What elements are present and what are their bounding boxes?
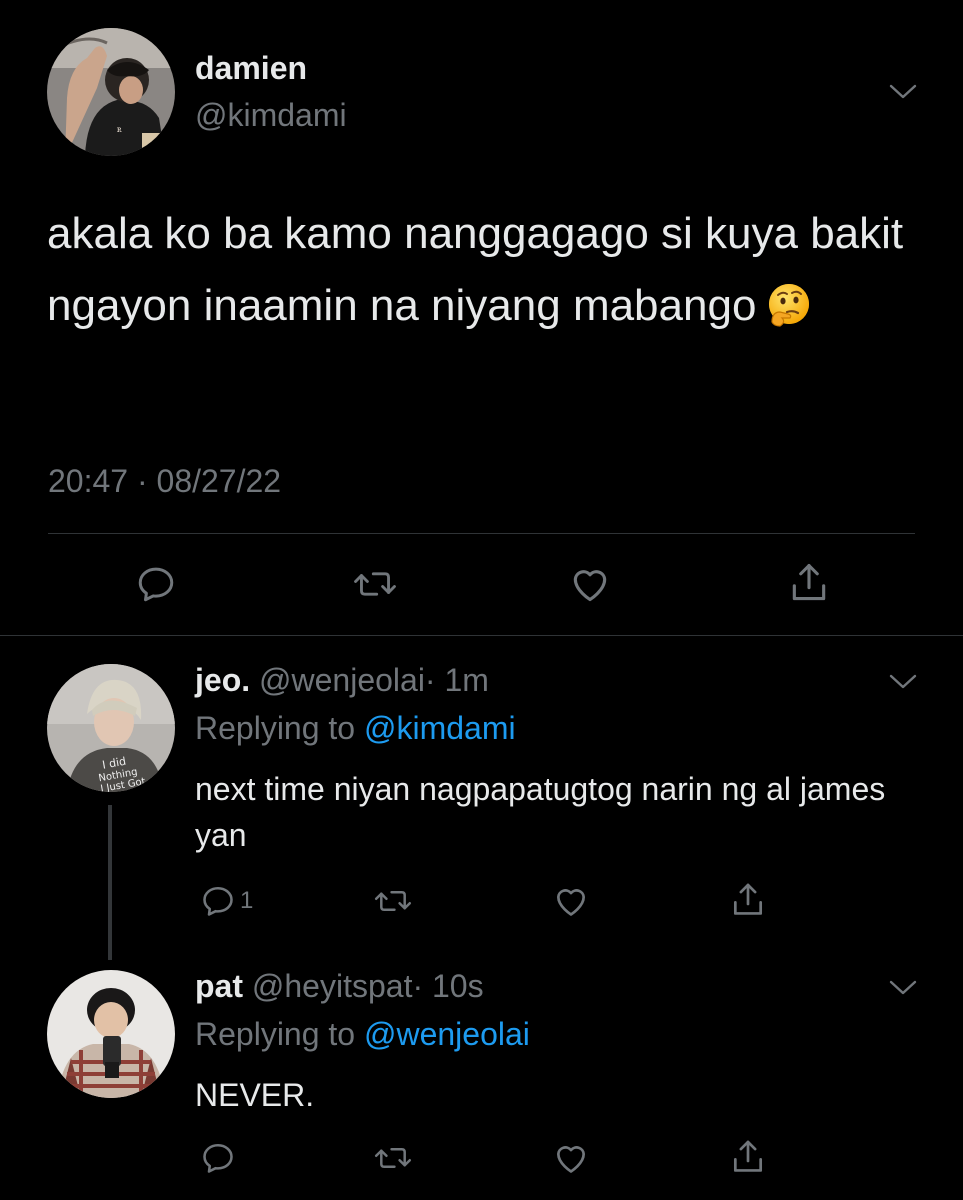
retweet-button[interactable]	[353, 563, 397, 605]
like-button[interactable]	[552, 1139, 590, 1177]
divider	[48, 533, 915, 534]
reply-header: jeo. @wenjeolai· 1m	[195, 662, 489, 699]
reply-text: next time niyan nagpapatugtog narin ng a…	[195, 771, 886, 853]
reply-author-name[interactable]: pat	[195, 968, 243, 1004]
share-icon	[787, 560, 831, 606]
reply-button[interactable]: 1	[200, 883, 253, 919]
reply-count: 1	[240, 887, 254, 914]
replying-to-mention[interactable]: @wenjeolai	[364, 1016, 530, 1052]
chevron-down-icon[interactable]	[888, 82, 918, 102]
thinking-face-icon	[766, 278, 812, 327]
reply-time[interactable]: · 1m	[425, 662, 489, 698]
svg-text:ꭱ: ꭱ	[117, 124, 122, 135]
reply-icon	[200, 1140, 236, 1176]
replying-to: Replying to @wenjeolai	[195, 1016, 530, 1053]
replying-to: Replying to @kimdami	[195, 710, 516, 747]
thread-connector	[108, 805, 112, 960]
reply-text: NEVER.	[195, 1077, 315, 1113]
retweet-icon	[374, 883, 412, 919]
chevron-down-icon[interactable]	[888, 978, 918, 998]
reply-author-handle[interactable]: @wenjeolai	[259, 662, 425, 698]
replying-to-label: Replying to	[195, 1016, 356, 1052]
main-author-name[interactable]: damien	[195, 50, 307, 87]
reply-author-handle[interactable]: @heyitspat	[252, 968, 413, 1004]
retweet-icon	[353, 563, 397, 605]
retweet-icon	[374, 1140, 412, 1176]
divider	[0, 635, 963, 636]
replying-to-label: Replying to	[195, 710, 356, 746]
reply-author-name[interactable]: jeo.	[195, 662, 250, 698]
share-icon	[729, 1137, 767, 1177]
heart-icon	[552, 882, 590, 920]
reply-author-avatar[interactable]	[47, 970, 175, 1098]
reply-author-avatar[interactable]: I did Nothing I Just Got	[47, 664, 175, 792]
reply-icon	[200, 883, 236, 919]
tweet-timestamp[interactable]: 20:47 · 08/27/22	[48, 463, 281, 500]
share-button[interactable]	[787, 560, 831, 606]
retweet-button[interactable]	[374, 1140, 412, 1176]
retweet-button[interactable]	[374, 883, 412, 919]
reply-time[interactable]: · 10s	[412, 968, 483, 1004]
reply-button[interactable]	[135, 563, 177, 605]
heart-icon	[568, 562, 612, 606]
replying-to-mention[interactable]: @kimdami	[364, 710, 516, 746]
like-button[interactable]	[552, 882, 590, 920]
like-button[interactable]	[568, 562, 612, 606]
main-author-avatar[interactable]: ꭱ	[47, 28, 175, 156]
heart-icon	[552, 1139, 590, 1177]
share-button[interactable]	[729, 880, 767, 920]
reply-header: pat @heyitspat· 10s	[195, 968, 484, 1005]
chevron-down-icon[interactable]	[888, 672, 918, 692]
main-author-handle[interactable]: @kimdami	[195, 97, 347, 134]
reply-button[interactable]	[200, 1140, 240, 1176]
tweet-text: akala ko ba kamo nanggagago si kuya baki…	[47, 198, 927, 342]
share-button[interactable]	[729, 1137, 767, 1177]
reply-icon	[135, 563, 177, 605]
share-icon	[729, 880, 767, 920]
